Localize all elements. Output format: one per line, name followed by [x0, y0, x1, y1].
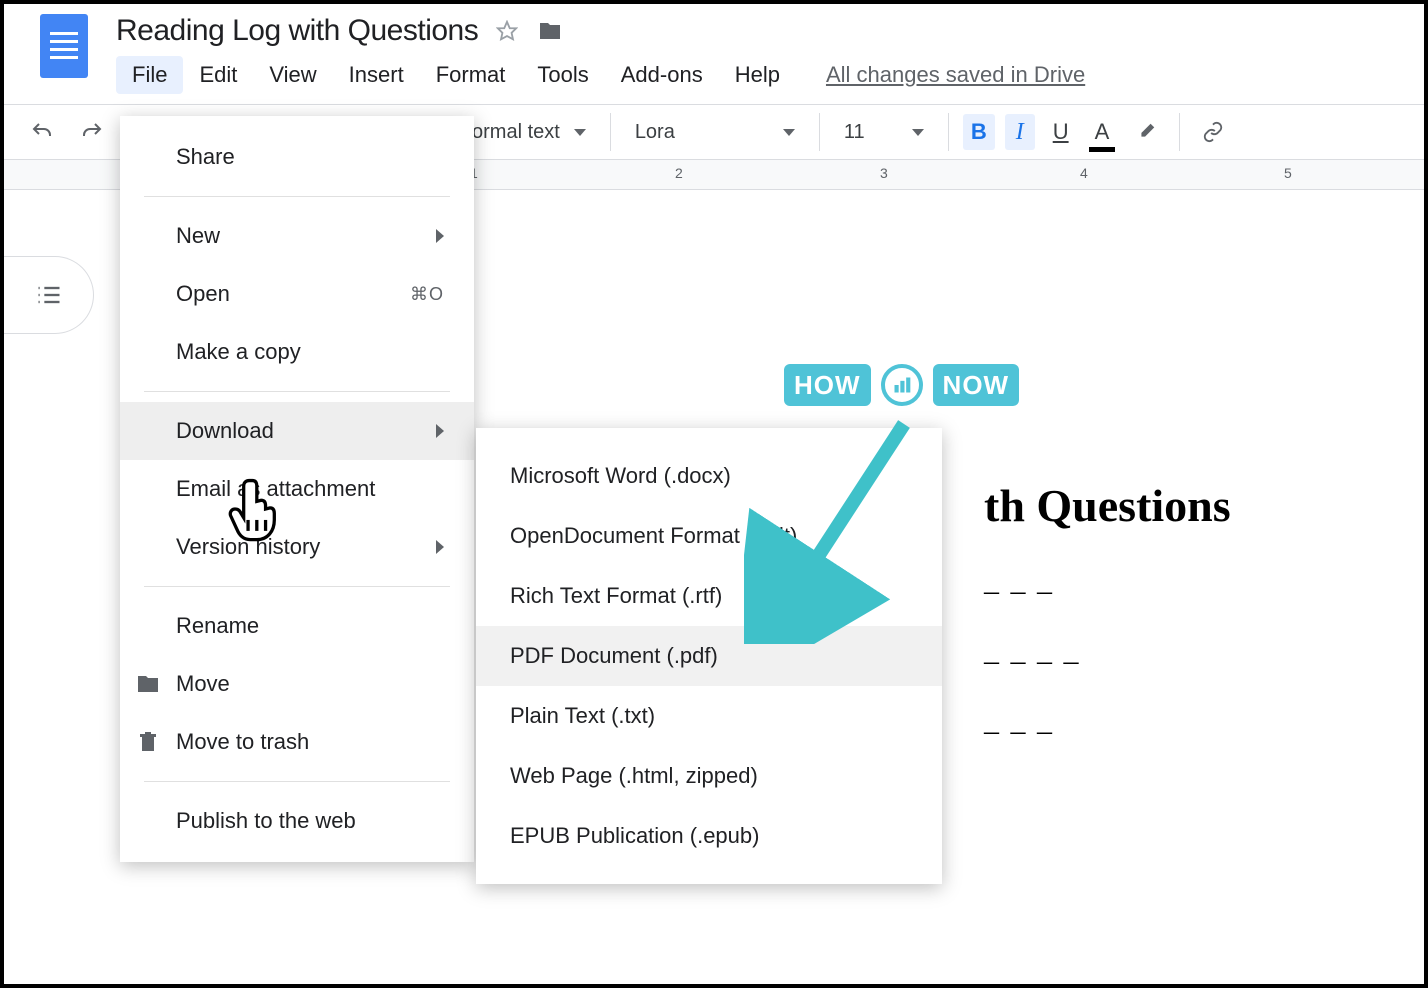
menu-item-email-attachment[interactable]: Email as attachment	[120, 460, 474, 518]
highlight-button[interactable]	[1127, 114, 1165, 150]
star-icon[interactable]	[496, 20, 518, 42]
submenu-arrow-icon	[436, 540, 444, 554]
menu-item-move-trash[interactable]: Move to trash	[120, 713, 474, 771]
menu-item-make-copy[interactable]: Make a copy	[120, 323, 474, 381]
form-line: – – – –	[984, 644, 1081, 678]
menu-insert[interactable]: Insert	[333, 56, 420, 94]
ruler-mark: 4	[1080, 165, 1088, 181]
ruler-mark: 5	[1284, 165, 1292, 181]
submenu-arrow-icon	[436, 424, 444, 438]
outline-toggle[interactable]	[4, 256, 94, 334]
folder-icon	[136, 672, 160, 696]
download-pdf[interactable]: PDF Document (.pdf)	[476, 626, 942, 686]
font-size-select[interactable]: 11	[834, 121, 934, 144]
watermark-logo: HOW NOW	[784, 364, 1019, 406]
paragraph-style-select[interactable]: ormal text	[462, 121, 596, 144]
italic-button[interactable]: I	[1005, 114, 1035, 150]
redo-button[interactable]	[72, 114, 112, 150]
menu-item-download[interactable]: Download	[120, 402, 474, 460]
download-submenu: Microsoft Word (.docx) OpenDocument Form…	[476, 428, 942, 884]
download-odt[interactable]: OpenDocument Format (.odt)	[476, 506, 942, 566]
chevron-down-icon	[574, 129, 586, 136]
underline-button[interactable]: U	[1045, 114, 1077, 150]
download-txt[interactable]: Plain Text (.txt)	[476, 686, 942, 746]
move-folder-icon[interactable]	[536, 19, 564, 43]
download-docx[interactable]: Microsoft Word (.docx)	[476, 446, 942, 506]
menu-item-rename[interactable]: Rename	[120, 597, 474, 655]
menu-edit[interactable]: Edit	[183, 56, 253, 94]
download-rtf[interactable]: Rich Text Format (.rtf)	[476, 566, 942, 626]
menu-item-new[interactable]: New	[120, 207, 474, 265]
bold-button[interactable]: B	[963, 114, 995, 150]
file-menu-dropdown: Share New Open⌘O Make a copy Download Em…	[120, 116, 474, 862]
chevron-down-icon	[783, 129, 795, 136]
form-line: – – –	[984, 714, 1054, 748]
docs-app-icon[interactable]	[40, 14, 88, 78]
font-family-select[interactable]: Lora	[625, 121, 805, 144]
menu-view[interactable]: View	[253, 56, 332, 94]
shortcut-label: ⌘O	[410, 284, 444, 305]
menu-item-move[interactable]: Move	[120, 655, 474, 713]
menu-file[interactable]: File	[116, 56, 183, 94]
download-epub[interactable]: EPUB Publication (.epub)	[476, 806, 942, 866]
menu-format[interactable]: Format	[420, 56, 522, 94]
ruler-mark: 2	[675, 165, 683, 181]
menu-item-share[interactable]: Share	[120, 128, 474, 186]
menu-tools[interactable]: Tools	[521, 56, 604, 94]
ruler-mark: 3	[880, 165, 888, 181]
submenu-arrow-icon	[436, 229, 444, 243]
form-line: – – –	[984, 574, 1054, 608]
document-title[interactable]: Reading Log with Questions	[116, 14, 478, 48]
download-html[interactable]: Web Page (.html, zipped)	[476, 746, 942, 806]
menu-addons[interactable]: Add-ons	[605, 56, 719, 94]
menu-help[interactable]: Help	[719, 56, 796, 94]
menu-item-open[interactable]: Open⌘O	[120, 265, 474, 323]
undo-button[interactable]	[22, 114, 62, 150]
chevron-down-icon	[912, 129, 924, 136]
insert-link-button[interactable]	[1194, 114, 1232, 150]
trash-icon	[136, 730, 160, 754]
save-status[interactable]: All changes saved in Drive	[826, 62, 1085, 88]
menu-item-version-history[interactable]: Version history	[120, 518, 474, 576]
document-heading: th Questions	[984, 479, 1231, 532]
menu-item-publish[interactable]: Publish to the web	[120, 792, 474, 850]
text-color-button[interactable]: A	[1087, 114, 1118, 150]
